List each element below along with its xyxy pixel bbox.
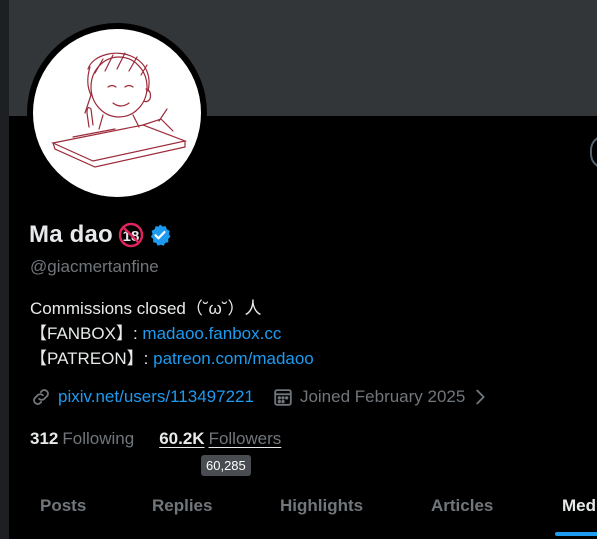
followers-count: 60.2K <box>159 429 205 448</box>
active-tab-indicator <box>555 532 597 536</box>
website-link[interactable]: pixiv.net/users/113497221 <box>58 387 254 407</box>
followers-stat[interactable]: 60.2K Followers <box>159 429 281 449</box>
followers-label: Followers <box>208 429 282 448</box>
user-handle: @giacmertanfine <box>30 257 159 276</box>
patreon-link[interactable]: patreon.com/madaoo <box>153 349 314 368</box>
following-stat[interactable]: 312 Following <box>30 429 134 449</box>
bio-patreon-prefix: 【PATREON】: <box>30 349 154 368</box>
bio-line-2: 【FANBOX】: madaoo.fanbox.cc <box>30 321 314 346</box>
fanbox-link[interactable]: madaoo.fanbox.cc <box>142 324 281 343</box>
tab-articles[interactable]: Articles <box>431 496 493 516</box>
joined-date: Joined February 2025 <box>299 387 466 406</box>
more-button[interactable] <box>590 135 597 169</box>
chevron-right-icon[interactable] <box>469 386 491 408</box>
bio: Commissions closed（˘ω˘）人 【FANBOX】: madao… <box>30 296 314 371</box>
age-18-badge-icon: 18 <box>117 221 145 249</box>
profile-tabs: Posts Replies Highlights Articles Med <box>9 484 597 539</box>
tab-posts[interactable]: Posts <box>40 496 86 516</box>
bio-line-3: 【PATREON】: patreon.com/madaoo <box>30 346 314 371</box>
tab-replies[interactable]: Replies <box>152 496 212 516</box>
left-sidebar-edge <box>0 0 9 539</box>
avatar[interactable] <box>33 29 201 197</box>
verified-badge-icon[interactable] <box>148 223 172 247</box>
tab-highlights[interactable]: Highlights <box>280 496 363 516</box>
tab-media[interactable]: Med <box>562 496 596 516</box>
following-count: 312 <box>30 429 59 448</box>
profile-meta: pixiv.net/users/113497221 Joined Februar… <box>30 386 491 408</box>
following-label: Following <box>62 429 135 448</box>
followers-tooltip: 60,285 <box>201 455 251 476</box>
link-icon <box>30 386 52 408</box>
name-row: Ma dao 18 <box>29 221 172 249</box>
display-name: Ma dao <box>29 221 113 248</box>
follow-stats: 312 Following 60.2K Followers <box>30 429 281 449</box>
bio-fanbox-prefix: 【FANBOX】: <box>30 324 143 343</box>
avatar-sketch-icon <box>51 52 188 168</box>
calendar-icon <box>272 386 294 408</box>
bio-line-1: Commissions closed（˘ω˘）人 <box>30 299 262 318</box>
avatar-frame[interactable] <box>27 23 207 203</box>
